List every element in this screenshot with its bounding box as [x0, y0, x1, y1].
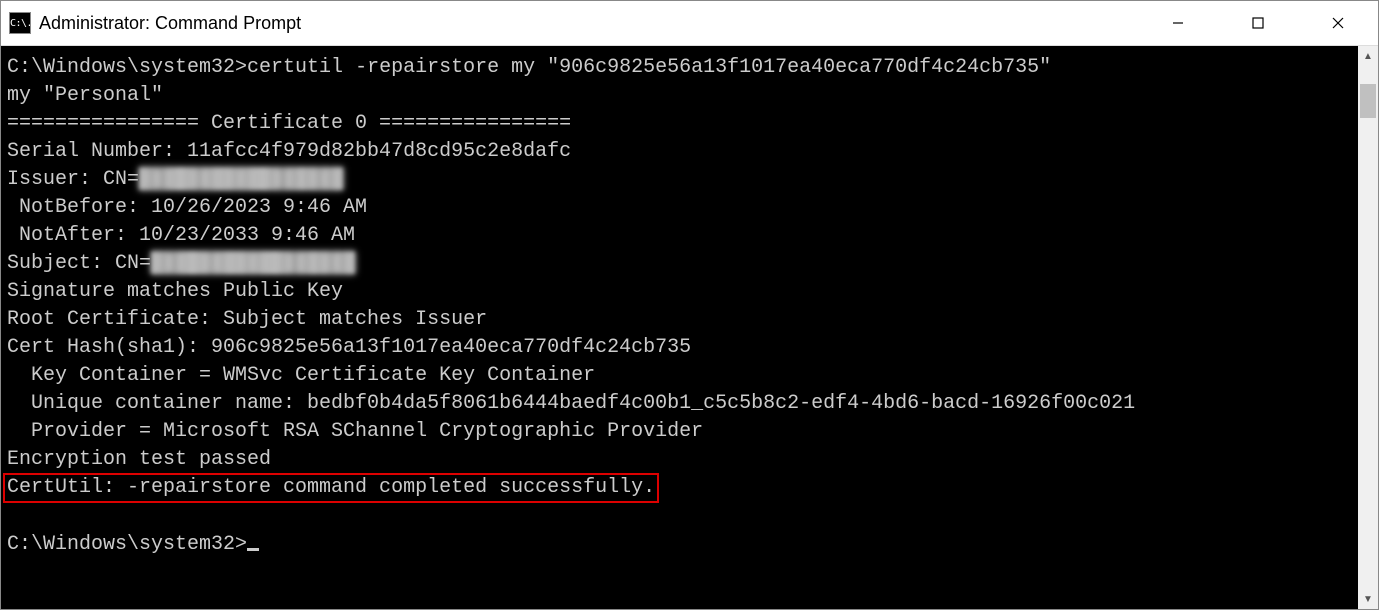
console-output[interactable]: C:\Windows\system32>certutil -repairstor…: [1, 46, 1358, 609]
output-line: Unique container name: bedbf0b4da5f8061b…: [7, 392, 1135, 415]
output-line: Cert Hash(sha1): 906c9825e56a13f1017ea40…: [7, 336, 691, 359]
prompt: C:\Windows\system32>: [7, 56, 247, 79]
output-line: my "Personal": [7, 84, 163, 107]
cmd-app-icon: C:\.: [9, 12, 31, 34]
redacted-subject: █████████████████: [151, 250, 355, 278]
output-line: NotAfter: 10/23/2033 9:46 AM: [7, 224, 355, 247]
window-title: Administrator: Command Prompt: [39, 13, 1138, 34]
vertical-scrollbar[interactable]: ▲ ▼: [1358, 46, 1378, 609]
maximize-button[interactable]: [1218, 1, 1298, 45]
scroll-up-arrow-icon[interactable]: ▲: [1358, 46, 1378, 66]
minimize-button[interactable]: [1138, 1, 1218, 45]
close-icon: [1331, 16, 1345, 30]
success-message-highlighted: CertUtil: -repairstore command completed…: [3, 473, 659, 503]
output-line: Key Container = WMSvc Certificate Key Co…: [7, 364, 595, 387]
output-line: Provider = Microsoft RSA SChannel Crypto…: [7, 420, 703, 443]
prompt: C:\Windows\system32>: [7, 533, 247, 556]
output-line: Issuer: CN=: [7, 168, 139, 191]
output-line: ================ Certificate 0 =========…: [7, 112, 571, 135]
cursor: [247, 548, 259, 551]
console-area: C:\Windows\system32>certutil -repairstor…: [1, 46, 1378, 609]
output-line: Encryption test passed: [7, 448, 271, 471]
output-line: NotBefore: 10/26/2023 9:46 AM: [7, 196, 367, 219]
redacted-issuer: █████████████████: [139, 166, 343, 194]
minimize-icon: [1171, 16, 1185, 30]
titlebar: C:\. Administrator: Command Prompt: [1, 1, 1378, 46]
output-line: Signature matches Public Key: [7, 280, 343, 303]
scroll-down-arrow-icon[interactable]: ▼: [1358, 589, 1378, 609]
scroll-thumb[interactable]: [1360, 84, 1376, 118]
close-button[interactable]: [1298, 1, 1378, 45]
output-line: Serial Number: 11afcc4f979d82bb47d8cd95c…: [7, 140, 571, 163]
output-line: Subject: CN=: [7, 252, 151, 275]
output-line: Root Certificate: Subject matches Issuer: [7, 308, 487, 331]
window-controls: [1138, 1, 1378, 45]
command-text: certutil -repairstore my "906c9825e56a13…: [247, 56, 1051, 79]
maximize-icon: [1251, 16, 1265, 30]
